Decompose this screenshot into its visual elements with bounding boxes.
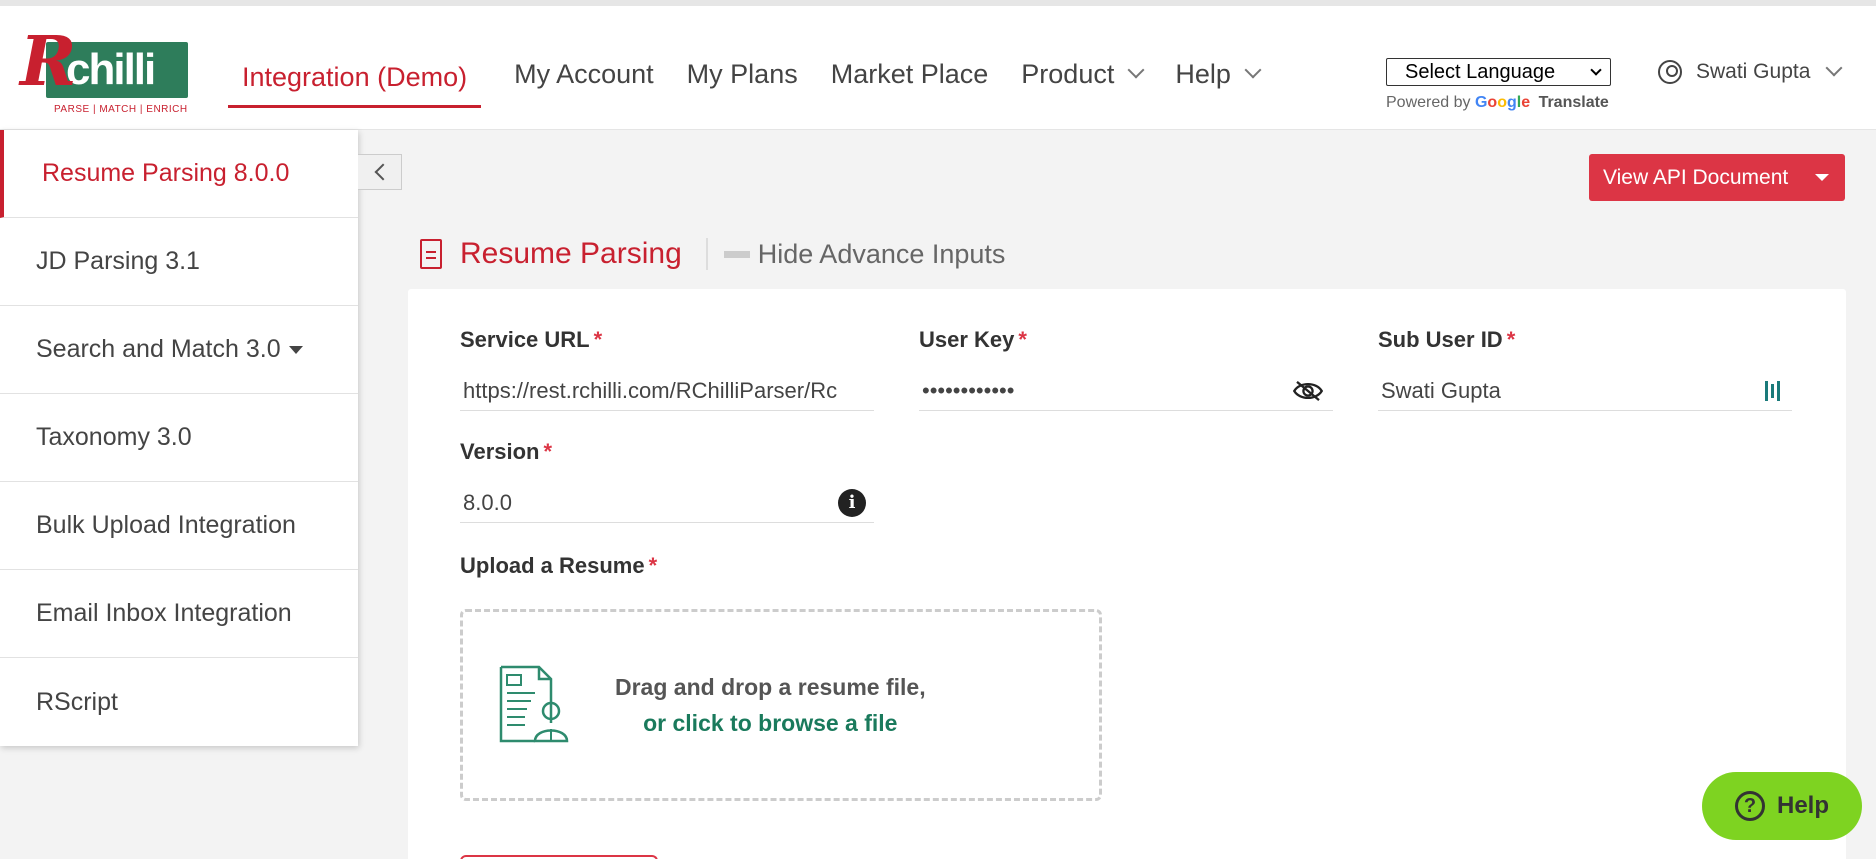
user-name: Swati Gupta <box>1696 60 1811 83</box>
service-url-field: Service URL * https://rest.rchilli.com/RC… <box>460 327 874 411</box>
nav-my-plans[interactable]: My Plans <box>687 50 798 98</box>
user-circle-icon <box>1658 60 1682 84</box>
user-key-input[interactable]: •••••••••••• <box>919 371 1333 411</box>
nav-market-place[interactable]: Market Place <box>831 50 989 98</box>
google-logo[interactable]: Google <box>1475 94 1530 111</box>
caret-down-icon <box>288 345 303 354</box>
dropzone-instruction: Drag and drop a resume file, <box>615 674 926 700</box>
caret-down-icon <box>1815 174 1829 181</box>
sub-user-id-label: Sub User ID * <box>1378 327 1516 352</box>
resume-file-icon <box>499 665 569 743</box>
chevron-left-icon <box>374 163 391 181</box>
chevron-down-icon <box>1127 61 1145 79</box>
language-widget: Select Language Powered by Google Transl… <box>1386 58 1611 112</box>
language-select[interactable]: Select Language <box>1386 58 1611 86</box>
view-api-document-label: View API Document <box>1603 165 1789 189</box>
hide-advance-inputs-toggle[interactable]: Hide Advance Inputs <box>758 239 1006 270</box>
document-icon <box>420 239 442 269</box>
sidebar-item-jd-parsing[interactable]: JD Parsing 3.1 <box>0 218 358 306</box>
nav-product[interactable]: Product <box>1021 50 1145 98</box>
sub-user-id-input[interactable]: Swati Gupta <box>1378 371 1792 411</box>
user-menu[interactable]: Swati Gupta <box>1658 59 1843 84</box>
version-field: Version * 8.0.0 i <box>460 439 874 523</box>
collapse-sidebar-button[interactable] <box>358 154 402 190</box>
top-header: chilli R PARSE | MATCH | ENRICH Integrat… <box>0 0 1876 130</box>
chevron-down-icon <box>1590 64 1602 76</box>
sidebar-item-label: Resume Parsing 8.0.0 <box>42 159 290 187</box>
chevron-down-icon <box>1244 61 1262 79</box>
powered-by-text: Powered by <box>1386 94 1471 111</box>
user-key-value: •••••••••••• <box>922 377 1015 403</box>
browse-file-link[interactable]: or click to browse a file <box>615 705 926 741</box>
logo-tagline: PARSE | MATCH | ENRICH <box>54 104 188 115</box>
translate-link[interactable]: Translate <box>1539 94 1609 111</box>
language-select-value: Select Language <box>1405 60 1556 83</box>
upload-resume-field: Upload a Resume * <box>460 553 874 579</box>
main-nav: Integration (Demo) My Account My Plans M… <box>228 50 1292 108</box>
section-title: Resume Parsing <box>460 237 682 270</box>
title-divider <box>705 238 708 270</box>
section-header: Resume Parsing Hide Advance Inputs <box>420 234 1005 274</box>
service-url-input[interactable]: https://rest.rchilli.com/RChilliParser/R… <box>460 371 874 411</box>
nav-label: My Account <box>514 58 654 89</box>
version-input[interactable]: 8.0.0 i <box>460 483 874 523</box>
service-url-value: https://rest.rchilli.com/RChilliParser/R… <box>463 377 838 403</box>
api-document-dropdown-toggle[interactable] <box>1799 154 1845 201</box>
dropzone-text: Drag and drop a resume file, or click to… <box>615 669 926 741</box>
submit-button[interactable] <box>460 855 658 859</box>
sidebar: Resume Parsing 8.0.0 JD Parsing 3.1 Sear… <box>0 130 358 746</box>
logo-word: chilli <box>66 45 156 94</box>
nav-label: Help <box>1175 58 1231 89</box>
version-value: 8.0.0 <box>463 489 512 515</box>
help-widget-button[interactable]: ? Help <box>1702 772 1862 840</box>
service-url-label: Service URL * <box>460 327 603 352</box>
rchilli-logo[interactable]: chilli R PARSE | MATCH | ENRICH <box>20 22 188 118</box>
minus-icon[interactable] <box>723 250 750 258</box>
user-key-field: User Key * •••••••••••• <box>919 327 1333 411</box>
sidebar-item-label: Search and Match 3.0 <box>36 335 281 363</box>
nav-label: Product <box>1021 58 1115 89</box>
sidebar-item-label: JD Parsing 3.1 <box>36 247 200 275</box>
eye-slash-icon[interactable] <box>1291 380 1325 402</box>
sub-user-id-field: Sub User ID * Swati Gupta <box>1378 327 1792 411</box>
nav-label: My Plans <box>686 58 798 89</box>
version-label: Version * <box>460 439 553 464</box>
question-icon: ? <box>1734 791 1765 821</box>
help-widget-label: Help <box>1776 792 1829 819</box>
nav-help[interactable]: Help <box>1175 50 1262 98</box>
sidebar-item-taxonomy[interactable]: Taxonomy 3.0 <box>0 394 358 482</box>
info-icon[interactable]: i <box>838 488 866 517</box>
sidebar-item-resume-parsing[interactable]: Resume Parsing 8.0.0 <box>0 130 358 218</box>
sub-user-id-value: Swati Gupta <box>1381 377 1501 403</box>
nav-my-account[interactable]: My Account <box>514 50 654 98</box>
view-api-document-button[interactable]: View API Document <box>1589 154 1845 201</box>
sidebar-item-search-and-match[interactable]: Search and Match 3.0 <box>0 306 358 394</box>
sidebar-item-bulk-upload[interactable]: Bulk Upload Integration <box>0 482 358 570</box>
nav-label: Integration (Demo) <box>242 62 468 92</box>
sidebar-item-label: RScript <box>36 687 118 716</box>
password-manager-icon[interactable] <box>1764 379 1782 403</box>
chevron-down-icon <box>1825 59 1843 77</box>
resume-dropzone[interactable]: Drag and drop a resume file, or click to… <box>460 609 1102 801</box>
nav-label: Market Place <box>830 58 989 89</box>
sidebar-item-rscript[interactable]: RScript <box>0 658 358 746</box>
nav-integration-demo[interactable]: Integration (Demo) <box>228 50 482 108</box>
powered-by-google: Powered by Google Translate <box>1386 94 1611 112</box>
logo-letter: R <box>20 22 77 102</box>
user-key-label: User Key * <box>919 327 1027 352</box>
sidebar-item-label: Email Inbox Integration <box>36 599 292 627</box>
sidebar-item-email-inbox[interactable]: Email Inbox Integration <box>0 570 358 658</box>
sidebar-item-label: Taxonomy 3.0 <box>36 423 192 451</box>
sidebar-item-label: Bulk Upload Integration <box>36 511 296 539</box>
upload-resume-label: Upload a Resume * <box>460 553 658 578</box>
form-card: Service URL * https://rest.rchilli.com/RC… <box>408 289 1846 859</box>
